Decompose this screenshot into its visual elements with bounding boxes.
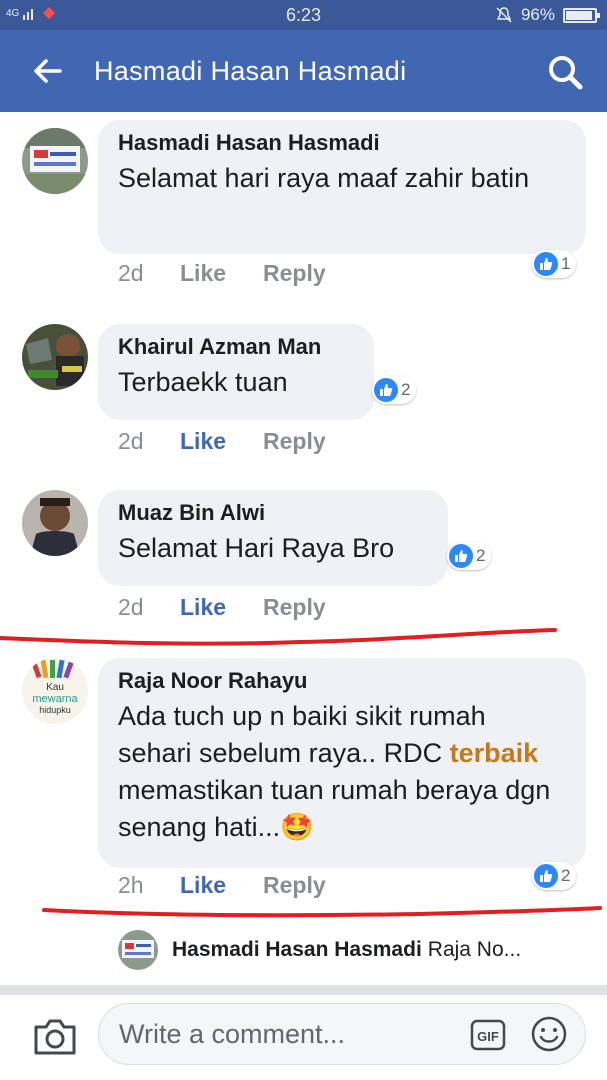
comment-text: Selamat Hari Raya Bro — [118, 533, 395, 563]
comment-bubble[interactable]: Raja Noor Rahayu Ada tuch up n baiki sik… — [98, 658, 586, 868]
battery-percent: 96% — [520, 5, 555, 24]
comment-actions: 2d Like Reply — [118, 428, 326, 455]
avatar-text-line2: mewarna — [32, 693, 78, 705]
back-button[interactable] — [18, 41, 78, 101]
reply-snippet: Raja No... — [427, 938, 522, 961]
like-reaction-icon — [449, 544, 473, 568]
comment-time: 2d — [118, 260, 144, 286]
star-eyes-emoji-icon: 🤩 — [280, 812, 314, 842]
emoji-button[interactable] — [530, 1015, 568, 1053]
avatar — [118, 930, 158, 970]
avatar[interactable] — [22, 128, 88, 194]
like-reaction-icon — [374, 378, 398, 402]
avatar[interactable] — [22, 324, 88, 390]
comment-bubble[interactable]: Hasmadi Hasan Hasmadi Selamat hari raya … — [98, 120, 586, 254]
avatar[interactable]: Kau mewarna hidupku — [22, 658, 88, 724]
reply-preview[interactable]: Hasmadi Hasan Hasmadi Raja No... — [118, 930, 521, 970]
comment-input[interactable]: Write a comment... — [98, 1003, 586, 1065]
reply-button[interactable]: Reply — [263, 872, 326, 899]
camera-button[interactable] — [32, 1013, 78, 1059]
avatar[interactable] — [22, 490, 88, 556]
comment-author[interactable]: Raja Noor Rahayu — [118, 668, 566, 694]
avatar-text-line3: hidupku — [39, 705, 71, 715]
reply-button[interactable]: Reply — [263, 594, 326, 621]
bell-muted-icon — [496, 7, 512, 23]
like-button[interactable]: Like — [180, 594, 263, 621]
comment-actions: 2d Like Reply — [118, 260, 326, 287]
comment-text: Terbaekk tuan — [118, 367, 288, 397]
comment-actions: 2h Like Reply — [118, 872, 326, 899]
comment-bubble[interactable]: Muaz Bin Alwi Selamat Hari Raya Bro — [98, 490, 448, 586]
reaction-count[interactable]: 1 — [532, 250, 577, 278]
reaction-count[interactable]: 2 — [532, 862, 577, 890]
reply-button[interactable]: Reply — [263, 260, 326, 287]
svg-text:GIF: GIF — [477, 1029, 499, 1044]
comment-text: Selamat hari raya maaf zahir batin — [118, 163, 530, 193]
page-title: Hasmadi Hasan Hasmadi — [94, 55, 407, 86]
comment-author[interactable]: Hasmadi Hasan Hasmadi — [118, 130, 566, 156]
status-bar: 4G 6:23 96% — [0, 0, 607, 30]
red-underline-annotation — [0, 628, 557, 646]
red-underline-annotation — [42, 906, 602, 918]
gif-icon: GIF — [470, 1019, 506, 1051]
arrow-left-icon — [34, 59, 62, 83]
like-button[interactable]: Like — [180, 428, 263, 455]
comment-composer: Write a comment... GIF — [0, 995, 607, 1080]
camera-icon — [34, 1019, 76, 1055]
comment-actions: 2d Like Reply — [118, 594, 326, 621]
highlighted-word[interactable]: terbaik — [450, 738, 539, 768]
comment-time: 2d — [118, 594, 144, 620]
like-button[interactable]: Like — [180, 872, 263, 899]
app-bar: Hasmadi Hasan Hasmadi — [0, 30, 607, 112]
battery-icon — [563, 7, 600, 23]
comment-author[interactable]: Khairul Azman Man — [118, 334, 354, 360]
reaction-count[interactable]: 2 — [372, 376, 417, 404]
smiley-icon — [531, 1016, 567, 1052]
reaction-count[interactable]: 2 — [447, 542, 492, 570]
reply-button[interactable]: Reply — [263, 428, 326, 455]
search-icon — [549, 56, 583, 90]
reply-author: Hasmadi Hasan Hasmadi — [172, 938, 422, 961]
like-button[interactable]: Like — [180, 260, 263, 287]
avatar-text-line1: Kau — [46, 682, 64, 693]
comment-text: Ada tuch up n baiki sikit rumah sehari s… — [118, 701, 551, 842]
comment-time: 2h — [118, 872, 144, 898]
status-right: 96% — [495, 5, 600, 25]
comment-time: 2d — [118, 428, 144, 454]
like-reaction-icon — [534, 252, 558, 276]
divider — [0, 985, 607, 995]
comment-bubble[interactable]: Khairul Azman Man Terbaekk tuan — [98, 324, 374, 420]
comment-author[interactable]: Muaz Bin Alwi — [118, 500, 428, 526]
gif-button[interactable]: GIF — [470, 1017, 506, 1053]
like-reaction-icon — [534, 864, 558, 888]
search-button[interactable] — [543, 50, 587, 94]
